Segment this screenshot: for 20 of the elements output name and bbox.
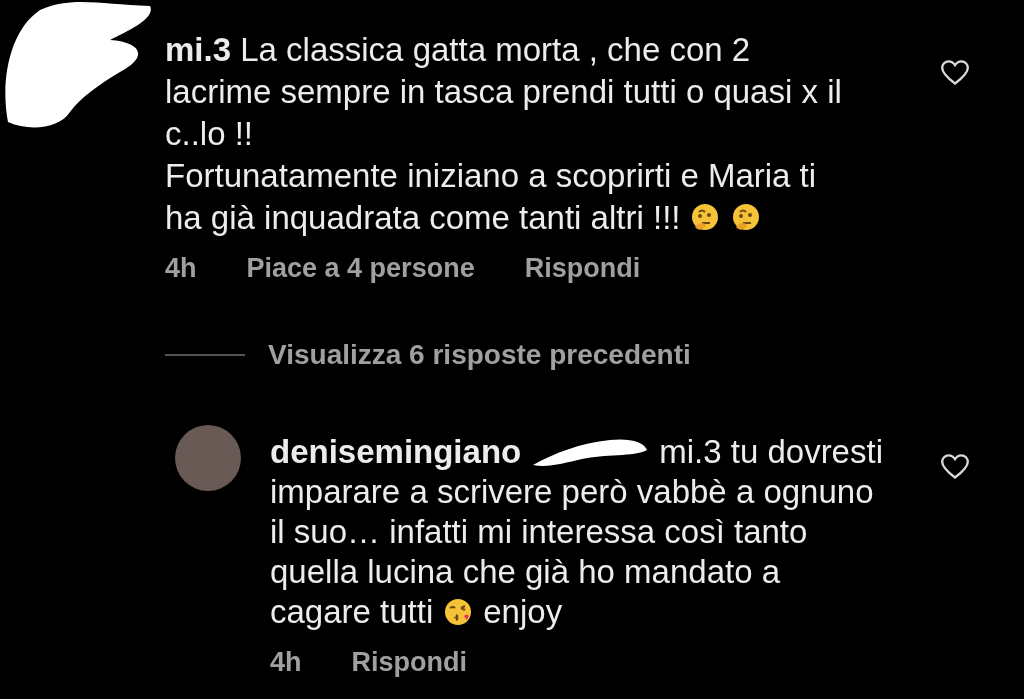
reply-link[interactable]: Rispondi	[351, 647, 467, 677]
comment-text: c..lo !!	[165, 114, 254, 154]
comment-text: mi.3 La classica gatta morta , che con 2	[165, 30, 751, 70]
reply-link[interactable]: Rispondi	[524, 253, 641, 283]
likes-link[interactable]: Piace a 4 persone	[246, 253, 475, 283]
comment-time: 4h	[270, 647, 302, 677]
comment-text: enjoy	[483, 592, 563, 632]
comment-text: lacrime sempre in tasca prendi tutti o quasi x il	[165, 72, 842, 112]
comment-text: quella lucina che già ho mandato a	[270, 552, 781, 592]
comment-text: cagare tutti	[270, 592, 434, 632]
heart-icon[interactable]	[941, 60, 969, 86]
comment-text: imparare a scrivere però vabbè a ognuno	[270, 472, 874, 512]
heart-icon[interactable]	[941, 454, 969, 480]
comment-text: mi.3 tu dovresti	[659, 432, 883, 472]
comment-text: ha già inquadrata come tanti altri !!!	[165, 198, 681, 238]
view-replies-link[interactable]: Visualizza 6 risposte precedenti	[268, 340, 691, 370]
comment-time: 4h	[165, 253, 197, 283]
comment-text: il suo… infatti mi interessa così tanto	[270, 512, 808, 552]
comment-text: Fortunatamente iniziano a scoprirti e Maria ti	[165, 156, 817, 196]
comment-text: denisemingiano	[270, 432, 522, 472]
